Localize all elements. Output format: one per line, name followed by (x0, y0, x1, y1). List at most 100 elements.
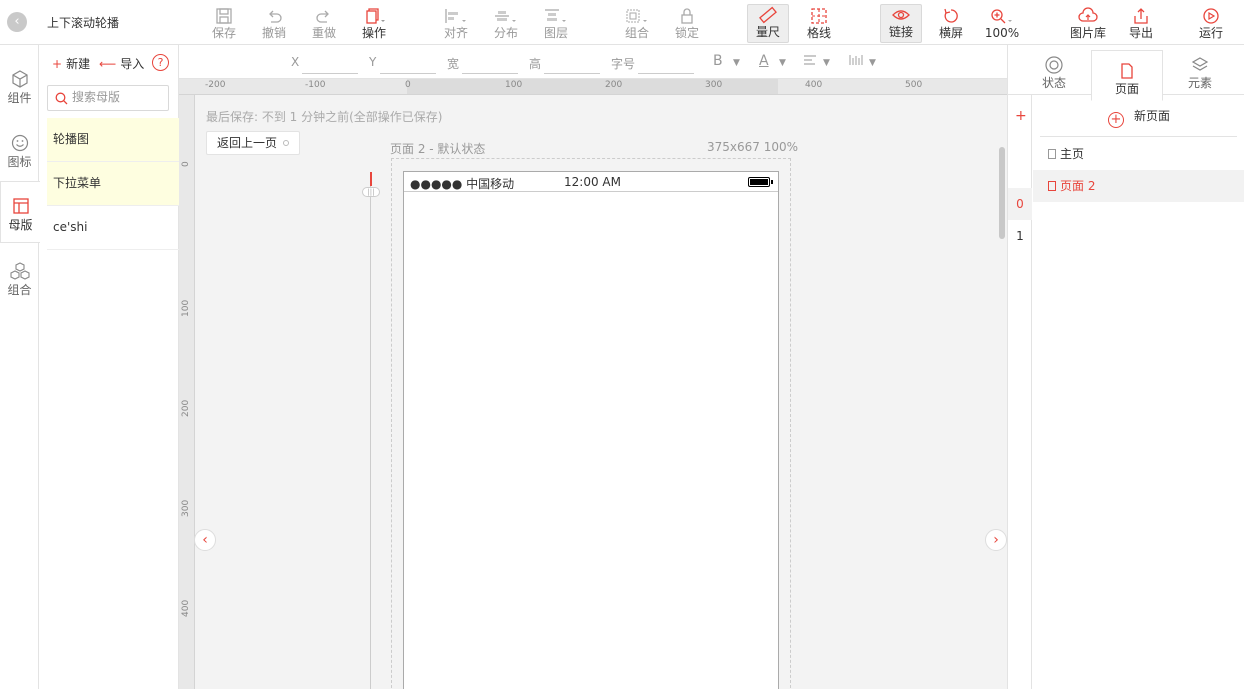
cube-icon (0, 67, 39, 91)
x-field[interactable] (302, 73, 358, 74)
new-master-button[interactable]: + 新建 (52, 55, 90, 72)
copy-icon (351, 6, 397, 26)
design-canvas: X Y 宽 高 字号 B ▼ A ▼ ▼ ▼ -200 -100 0 100 2… (179, 45, 1007, 689)
top-toolbar: ‹ 上下滚动轮播 保存 撤销 重做 操作 对齐 分布 图层 组合 锁定 量尺 格… (0, 0, 1244, 45)
width-label: 宽 (447, 57, 460, 71)
page-index-gutter: + 0 1 (1008, 95, 1032, 689)
help-icon[interactable]: ? (152, 54, 169, 71)
font-size-field[interactable] (638, 73, 694, 74)
export-button[interactable]: 导出 (1118, 6, 1164, 42)
layers-icon (1164, 54, 1236, 76)
ruler-button[interactable]: 量尺 (747, 4, 789, 43)
list-item[interactable]: 轮播图 (47, 118, 179, 162)
new-page-button[interactable]: + 新页面 (1108, 107, 1170, 128)
page-icon (1048, 181, 1056, 191)
rail-item-masters[interactable]: 母版 (0, 181, 40, 243)
property-bar: X Y 宽 高 字号 B ▼ A ▼ ▼ ▼ (179, 45, 1007, 79)
font-size-label: 字号 (611, 57, 636, 71)
font-color-button[interactable]: A (759, 53, 769, 69)
plus-circle-icon: + (1108, 112, 1124, 128)
tab-elements[interactable]: 元素 (1164, 45, 1236, 95)
vertical-scrollbar[interactable] (999, 147, 1005, 239)
back-icon[interactable]: ‹ (7, 12, 27, 32)
zoom-button[interactable]: 100% (979, 6, 1025, 42)
chevron-down-icon[interactable]: ▼ (779, 58, 786, 68)
guide-line (370, 183, 371, 689)
undo-button[interactable]: 撤销 (251, 6, 297, 42)
page-label: 页面 2 - 默认状态 (390, 142, 486, 156)
width-field[interactable] (462, 73, 518, 74)
drag-handle[interactable]: ||| (362, 187, 380, 197)
redo-button[interactable]: 重做 (301, 6, 347, 42)
divider (1040, 136, 1237, 137)
page-icon (1048, 149, 1056, 159)
right-tabs: 状态 页面 元素 (1008, 45, 1244, 101)
arrow-left-icon: ⟵ (99, 57, 117, 71)
battery-icon (748, 177, 773, 187)
link-button[interactable]: 链接 (880, 4, 922, 43)
left-icon-rail: 组件 图标 母版 组合 (0, 45, 40, 689)
page-item-page2[interactable]: 页面 2 (1033, 170, 1244, 202)
list-item[interactable]: 下拉菜单 (47, 162, 179, 206)
group-button[interactable]: 组合 (614, 6, 660, 42)
time-label: 12:00 AM (564, 175, 621, 189)
text-align-icon[interactable] (803, 54, 817, 69)
search-input[interactable] (72, 90, 164, 104)
page-item-home[interactable]: 主页 (1033, 138, 1244, 170)
status-bar: ●●●●● 中国移动 12:00 AM (404, 172, 778, 192)
return-previous-button[interactable]: 返回上一页 (206, 131, 301, 155)
eye-icon (881, 5, 921, 25)
page-size: 375x667 100% (707, 140, 799, 154)
operate-button[interactable]: 操作 (351, 6, 397, 42)
add-page-icon[interactable]: + (1015, 108, 1027, 124)
search-icon (55, 92, 68, 108)
plus-icon: + (52, 57, 63, 71)
save-status: 最后保存: 不到 1 分钟之前(全部操作已保存) (206, 110, 443, 124)
play-icon (1188, 6, 1234, 26)
y-field[interactable] (380, 73, 436, 74)
layer-icon (533, 6, 579, 26)
phone-screen[interactable]: ●●●●● 中国移动 12:00 AM (403, 171, 779, 689)
next-arrow-icon[interactable]: › (985, 529, 1007, 551)
ruler-highlight (407, 79, 778, 94)
search-box (47, 85, 169, 111)
previous-arrow-icon[interactable]: ‹ (194, 529, 216, 551)
layout-icon (1, 194, 40, 218)
share-icon (1118, 6, 1164, 26)
rail-item-components[interactable]: 组件 (0, 55, 39, 117)
cloud-upload-icon (1063, 6, 1113, 26)
import-button[interactable]: ⟵ 导入 (99, 55, 144, 72)
save-button[interactable]: 保存 (201, 6, 247, 42)
tab-pages[interactable]: 页面 (1091, 50, 1163, 101)
master-list: 轮播图 下拉菜单 ce'shi (47, 118, 179, 250)
run-button[interactable]: 运行 (1188, 6, 1234, 42)
list-item[interactable]: ce'shi (47, 206, 179, 250)
landscape-button[interactable]: 横屏 (928, 6, 974, 42)
align-button[interactable]: 对齐 (433, 6, 479, 42)
smiley-icon (0, 131, 39, 155)
chevron-down-icon[interactable]: ▼ (733, 58, 740, 68)
chevron-down-icon[interactable]: ▼ (823, 58, 830, 68)
horizontal-ruler: -200 -100 0 100 200 300 400 500 (179, 79, 1007, 95)
height-field[interactable] (544, 73, 600, 74)
bold-button[interactable]: B (713, 53, 723, 69)
distribute-button[interactable]: 分布 (483, 6, 529, 42)
tab-states[interactable]: 状态 (1018, 45, 1090, 95)
document-icon (1092, 60, 1162, 82)
align-icon (433, 6, 479, 26)
spacing-icon[interactable] (849, 54, 863, 69)
lock-button[interactable]: 锁定 (664, 6, 710, 42)
cubes-icon (0, 259, 39, 283)
gridline-button[interactable]: 格线 (796, 6, 842, 42)
document-title: 上下滚动轮播 (47, 16, 120, 30)
rail-item-icons[interactable]: 图标 (0, 119, 39, 181)
circle-icon (283, 140, 290, 146)
layer-button[interactable]: 图层 (533, 6, 579, 42)
chevron-down-icon[interactable]: ▼ (869, 58, 876, 68)
x-label: X (291, 55, 300, 69)
zoom-in-icon (979, 6, 1025, 26)
target-icon (1018, 54, 1090, 76)
gallery-button[interactable]: 图片库 (1063, 6, 1113, 42)
rail-item-groups[interactable]: 组合 (0, 247, 39, 309)
lock-icon (664, 6, 710, 26)
